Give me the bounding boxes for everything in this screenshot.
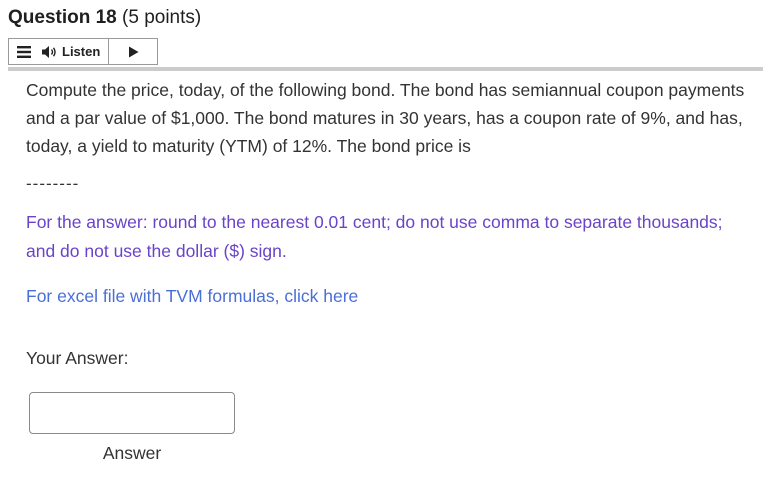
menu-icon — [17, 45, 31, 58]
listen-toolbar: Listen — [8, 38, 158, 65]
problem-text: Compute the price, today, of the followi… — [26, 80, 745, 156]
play-button[interactable] — [109, 39, 157, 64]
question-title: Question 18 — [8, 7, 117, 28]
answer-prompt: Your Answer: — [26, 348, 129, 368]
header-divider — [8, 67, 763, 71]
excel-file-link[interactable]: For excel file with TVM formulas, click … — [26, 284, 746, 308]
question-body: Compute the price, today, of the followi… — [26, 76, 746, 308]
listen-label: Listen — [62, 44, 101, 59]
answer-caption: Answer — [102, 443, 162, 463]
question-points: (5 points) — [122, 7, 202, 28]
listen-button[interactable]: Listen — [39, 39, 110, 64]
question-header: Question 18 (5 points) — [8, 6, 201, 30]
speaker-icon — [42, 45, 56, 58]
listen-menu-button[interactable] — [9, 39, 39, 64]
answer-blank: -------- — [26, 174, 80, 193]
play-icon — [128, 46, 139, 57]
answer-input[interactable] — [29, 392, 235, 434]
rounding-instruction: For the answer: round to the nearest 0.0… — [26, 212, 723, 261]
